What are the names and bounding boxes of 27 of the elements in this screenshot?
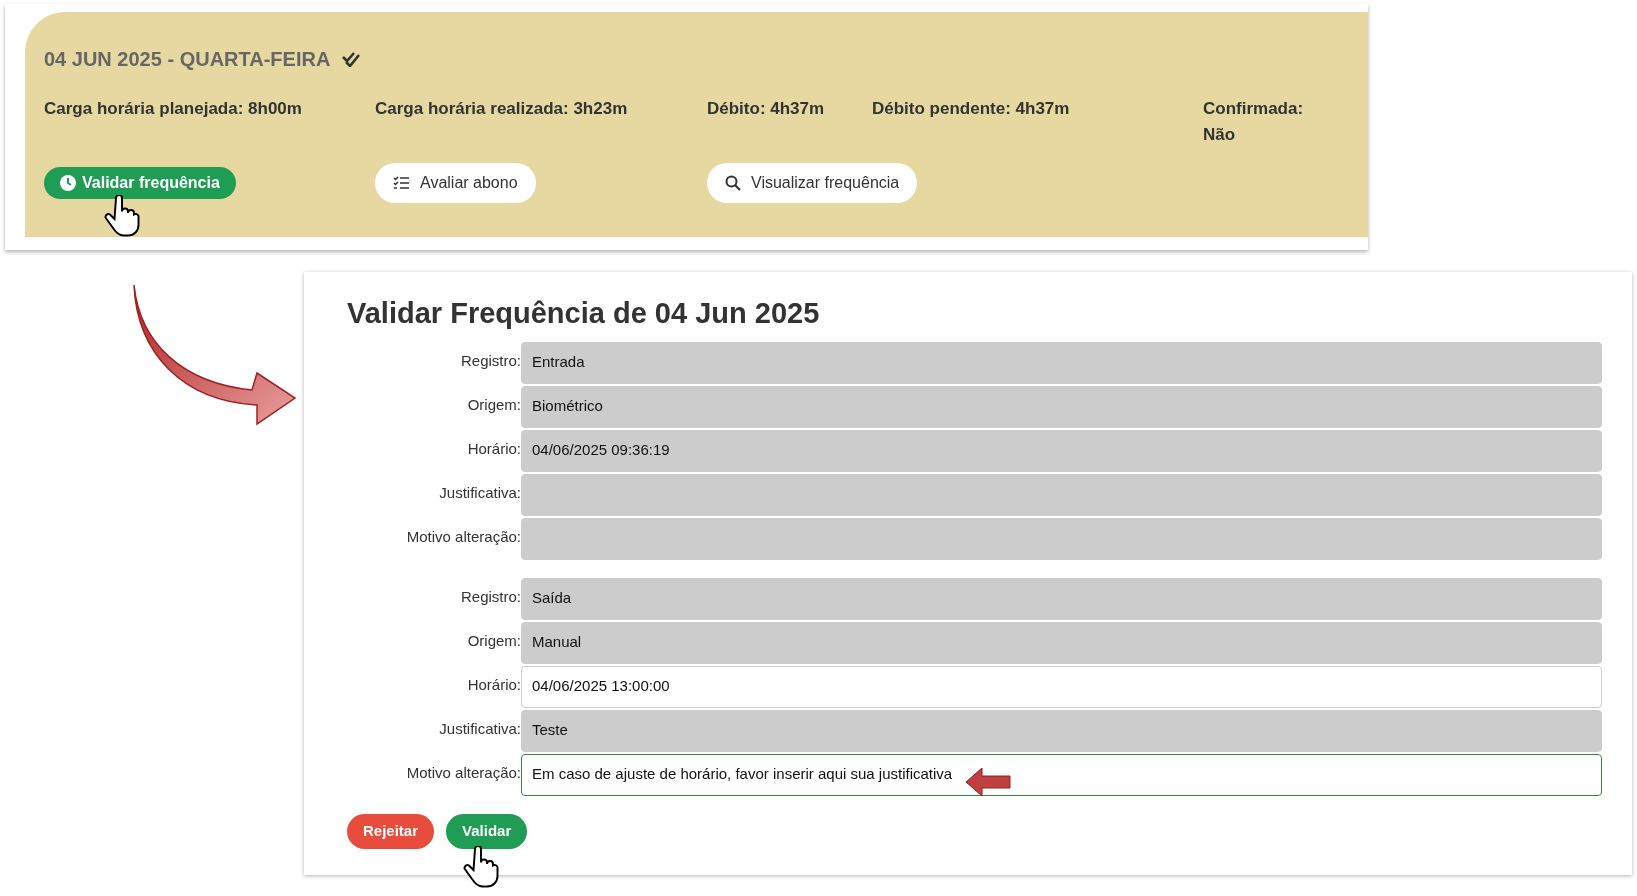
- field-label: Horário:: [466, 674, 521, 695]
- day-title: 04 JUN 2025 - QUARTA-FEIRA: [44, 47, 331, 72]
- hand-cursor-icon: [104, 195, 140, 237]
- dialog-title: Validar Frequência de 04 Jun 2025: [347, 296, 821, 331]
- action-button[interactable]: Visualizar frequência: [707, 163, 918, 203]
- pointer-arrow-drawing: [965, 767, 1011, 797]
- field-label: Justificativa:: [438, 482, 521, 503]
- field-label: Registro:: [459, 586, 521, 607]
- field-label: Origem:: [466, 630, 521, 651]
- checklist-icon: [393, 176, 410, 190]
- stat-text: Débito: 4h37m: [707, 98, 826, 120]
- stat-text: Confirmada: Não: [1203, 98, 1305, 146]
- search-icon: [725, 175, 741, 191]
- field-label: Registro:: [459, 350, 521, 371]
- stat-text: Débito pendente: 4h37m: [872, 98, 1071, 120]
- field-label: Horário:: [466, 438, 521, 459]
- input-field[interactable]: 04/06/2025 13:00:00: [521, 665, 1602, 708]
- field-label: Motivo alteração:: [405, 526, 521, 547]
- input-field[interactable]: Em caso de ajuste de horário, favor inserir aqui sua justificativa: [521, 753, 1602, 796]
- stat-text: Carga horária planejada: 8h00m: [44, 98, 303, 120]
- field-label: Origem:: [466, 394, 521, 415]
- action-button[interactable]: Rejeitar: [347, 813, 435, 849]
- field-label: Motivo alteração:: [405, 762, 521, 783]
- clock-icon: [60, 175, 76, 191]
- field-label: Justificativa:: [438, 718, 521, 739]
- action-button[interactable]: Avaliar abono: [375, 163, 536, 203]
- stat-text: Carga horária realizada: 3h23m: [375, 98, 629, 120]
